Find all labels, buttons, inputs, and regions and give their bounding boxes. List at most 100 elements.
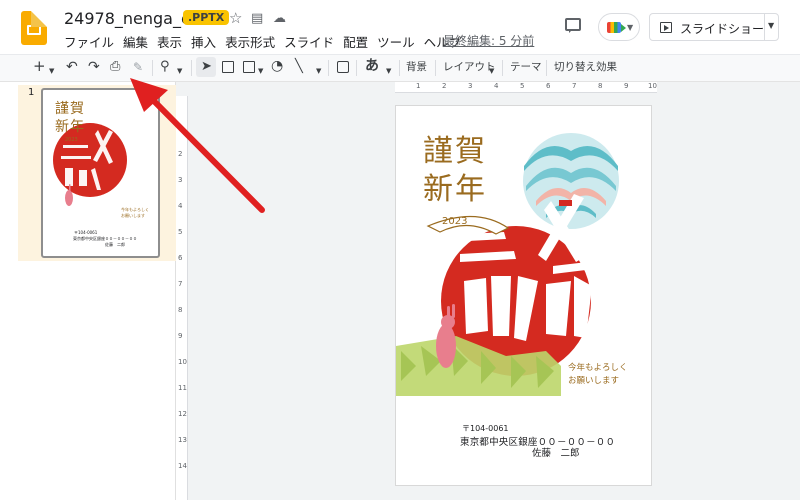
ruler-mark: 10 bbox=[648, 82, 657, 90]
present-icon bbox=[660, 22, 672, 33]
toolbar-divider bbox=[191, 60, 192, 76]
new-slide-chevron-icon[interactable]: ▼ bbox=[49, 61, 54, 81]
current-slide[interactable]: 謹賀 新年 2023 今年もよろしく お願いします 〒104-0061 東京都中… bbox=[395, 105, 652, 486]
ruler-mark: 4 bbox=[494, 82, 499, 90]
greeting-title: 謹賀 新年 bbox=[423, 133, 487, 209]
toolbar-divider bbox=[502, 60, 503, 76]
menu-view[interactable]: 表示 bbox=[157, 32, 182, 51]
menu-slide[interactable]: スライド bbox=[284, 32, 334, 51]
new-slide-plus-icon[interactable]: + bbox=[33, 56, 46, 76]
comment-icon[interactable] bbox=[337, 61, 349, 73]
ruler-mark: 9 bbox=[624, 82, 629, 90]
chevron-down-icon: ▼ bbox=[627, 23, 634, 32]
last-edit-link[interactable]: 最終編集: 5 分前 bbox=[443, 32, 534, 49]
ruler-mark: 4 bbox=[178, 202, 183, 210]
menu-insert[interactable]: 挿入 bbox=[191, 32, 216, 51]
toolbar-divider bbox=[328, 60, 329, 76]
ruler-mark: 14 bbox=[178, 462, 187, 470]
slideshow-button[interactable]: スライドショー ▼ bbox=[649, 13, 779, 41]
line-chevron-icon[interactable]: ▼ bbox=[316, 61, 321, 81]
toolbar-divider bbox=[356, 60, 357, 76]
ruler-mark: 8 bbox=[598, 82, 603, 90]
meet-icon bbox=[607, 22, 626, 33]
thumbnail-name: 佐藤 二郎 bbox=[105, 242, 125, 247]
ruler-mark: 2 bbox=[442, 82, 447, 90]
cloud-status-icon[interactable]: ☁ bbox=[273, 11, 286, 26]
app-header: 24978_nenga_eto .PPTX ☆ ▤ ☁ ファイル 編集 表示 挿… bbox=[0, 0, 800, 54]
slide-filmstrip: 1 謹賀 新年 2023 今年もよろしく お願いします 〒104-0061 東京… bbox=[0, 82, 176, 500]
ruler-mark: 7 bbox=[178, 280, 183, 288]
vertical-ruler[interactable]: 1 2 3 4 5 6 7 8 9 10 11 12 13 14 bbox=[176, 96, 188, 500]
greeting-line-1: 謹賀 bbox=[423, 134, 487, 169]
ruler-mark: 3 bbox=[178, 176, 183, 184]
fan-shape bbox=[426, 215, 510, 235]
comment-history-icon[interactable] bbox=[565, 18, 581, 33]
slideshow-options-chevron-icon[interactable]: ▼ bbox=[768, 21, 774, 30]
sender-name: 佐藤 二郎 bbox=[532, 448, 580, 459]
slides-logo-icon[interactable] bbox=[21, 11, 47, 45]
google-slides-window: 24978_nenga_eto .PPTX ☆ ▤ ☁ ファイル 編集 表示 挿… bbox=[0, 0, 800, 500]
image-chevron-icon[interactable]: ▼ bbox=[258, 61, 263, 81]
star-icon[interactable]: ☆ bbox=[229, 9, 242, 27]
zoom-chevron-icon[interactable]: ▼ bbox=[177, 61, 182, 81]
ruler-mark: 11 bbox=[178, 384, 187, 392]
message-line-1: 今年もよろしく bbox=[568, 363, 628, 373]
redo-icon[interactable]: ↷ bbox=[88, 57, 100, 77]
input-tools-button[interactable]: あ bbox=[365, 56, 379, 76]
paint-format-icon[interactable]: ✎ bbox=[133, 57, 143, 77]
toolbar-divider bbox=[152, 60, 153, 76]
undo-icon[interactable]: ↶ bbox=[66, 57, 78, 77]
menu-arrange[interactable]: 配置 bbox=[343, 32, 368, 51]
slideshow-label: スライドショー bbox=[680, 22, 765, 36]
text-box-icon[interactable] bbox=[222, 61, 234, 73]
toolbar-divider bbox=[435, 60, 436, 76]
ruler-mark: 10 bbox=[178, 358, 187, 366]
select-pointer-icon[interactable]: ➤ bbox=[201, 57, 212, 77]
slide-thumbnail[interactable]: 謹賀 新年 2023 今年もよろしく お願いします 〒104-0061 東京都中… bbox=[41, 88, 160, 258]
layout-button[interactable]: レイアウト bbox=[443, 57, 496, 77]
new-year-message: 今年もよろしく お願いします bbox=[568, 362, 628, 388]
print-icon[interactable]: ⎙ bbox=[110, 57, 120, 77]
slide-number: 1 bbox=[28, 87, 35, 98]
theme-button[interactable]: テーマ bbox=[510, 57, 542, 77]
image-icon[interactable] bbox=[243, 61, 255, 73]
menu-bar: ファイル 編集 表示 挿入 表示形式 スライド 配置 ツール ヘルプ bbox=[64, 32, 470, 51]
menu-format[interactable]: 表示形式 bbox=[225, 32, 275, 51]
year-label: 2023 bbox=[442, 216, 468, 227]
postal-code: 〒104-0061 bbox=[462, 424, 509, 433]
ruler-mark: 8 bbox=[178, 306, 183, 314]
move-folder-icon[interactable]: ▤ bbox=[251, 11, 263, 26]
input-tools-chevron-icon[interactable]: ▼ bbox=[386, 61, 391, 81]
line-icon[interactable]: ╲ bbox=[295, 57, 303, 77]
greeting-line-2: 新年 bbox=[423, 172, 487, 207]
toolbar-divider bbox=[546, 60, 547, 76]
ruler-mark: 1 bbox=[416, 82, 421, 90]
toolbar-divider bbox=[399, 60, 400, 76]
new-year-card: 謹賀 新年 2023 今年もよろしく お願いします 〒104-0061 東京都中… bbox=[396, 106, 651, 485]
thumbnail-greeting-line1: 謹賀 bbox=[55, 101, 85, 117]
ruler-mark: 1 bbox=[178, 124, 183, 132]
file-type-badge: .PPTX bbox=[183, 10, 230, 25]
meet-button[interactable]: ▼ bbox=[598, 13, 640, 41]
transition-button[interactable]: 切り替え効果 bbox=[554, 57, 617, 77]
ruler-mark: 13 bbox=[178, 436, 187, 444]
menu-file[interactable]: ファイル bbox=[64, 32, 114, 51]
ruler-mark: 12 bbox=[178, 410, 187, 418]
ruler-mark: 6 bbox=[178, 254, 183, 262]
thumbnail-greeting-line2: 新年 bbox=[55, 119, 85, 135]
horizontal-ruler[interactable]: 1 2 3 4 5 6 7 8 9 10 bbox=[395, 82, 657, 93]
layout-chevron-icon[interactable]: ▼ bbox=[489, 61, 494, 81]
background-button[interactable]: 背景 bbox=[406, 57, 427, 77]
menu-edit[interactable]: 編集 bbox=[123, 32, 148, 51]
menu-tools[interactable]: ツール bbox=[377, 32, 415, 51]
ruler-mark: 7 bbox=[572, 82, 577, 90]
ruler-mark: 9 bbox=[178, 332, 183, 340]
ruler-mark: 5 bbox=[178, 228, 183, 236]
ruler-mark: 5 bbox=[520, 82, 525, 90]
thumbnail-year: 2023 bbox=[65, 137, 78, 143]
message-line-2: お願いします bbox=[568, 376, 620, 386]
thumbnail-message-line2: お願いします bbox=[121, 213, 145, 218]
shape-icon[interactable]: ◔ bbox=[271, 56, 283, 76]
slideshow-divider bbox=[764, 14, 765, 40]
zoom-icon[interactable]: ⚲ bbox=[160, 57, 170, 77]
